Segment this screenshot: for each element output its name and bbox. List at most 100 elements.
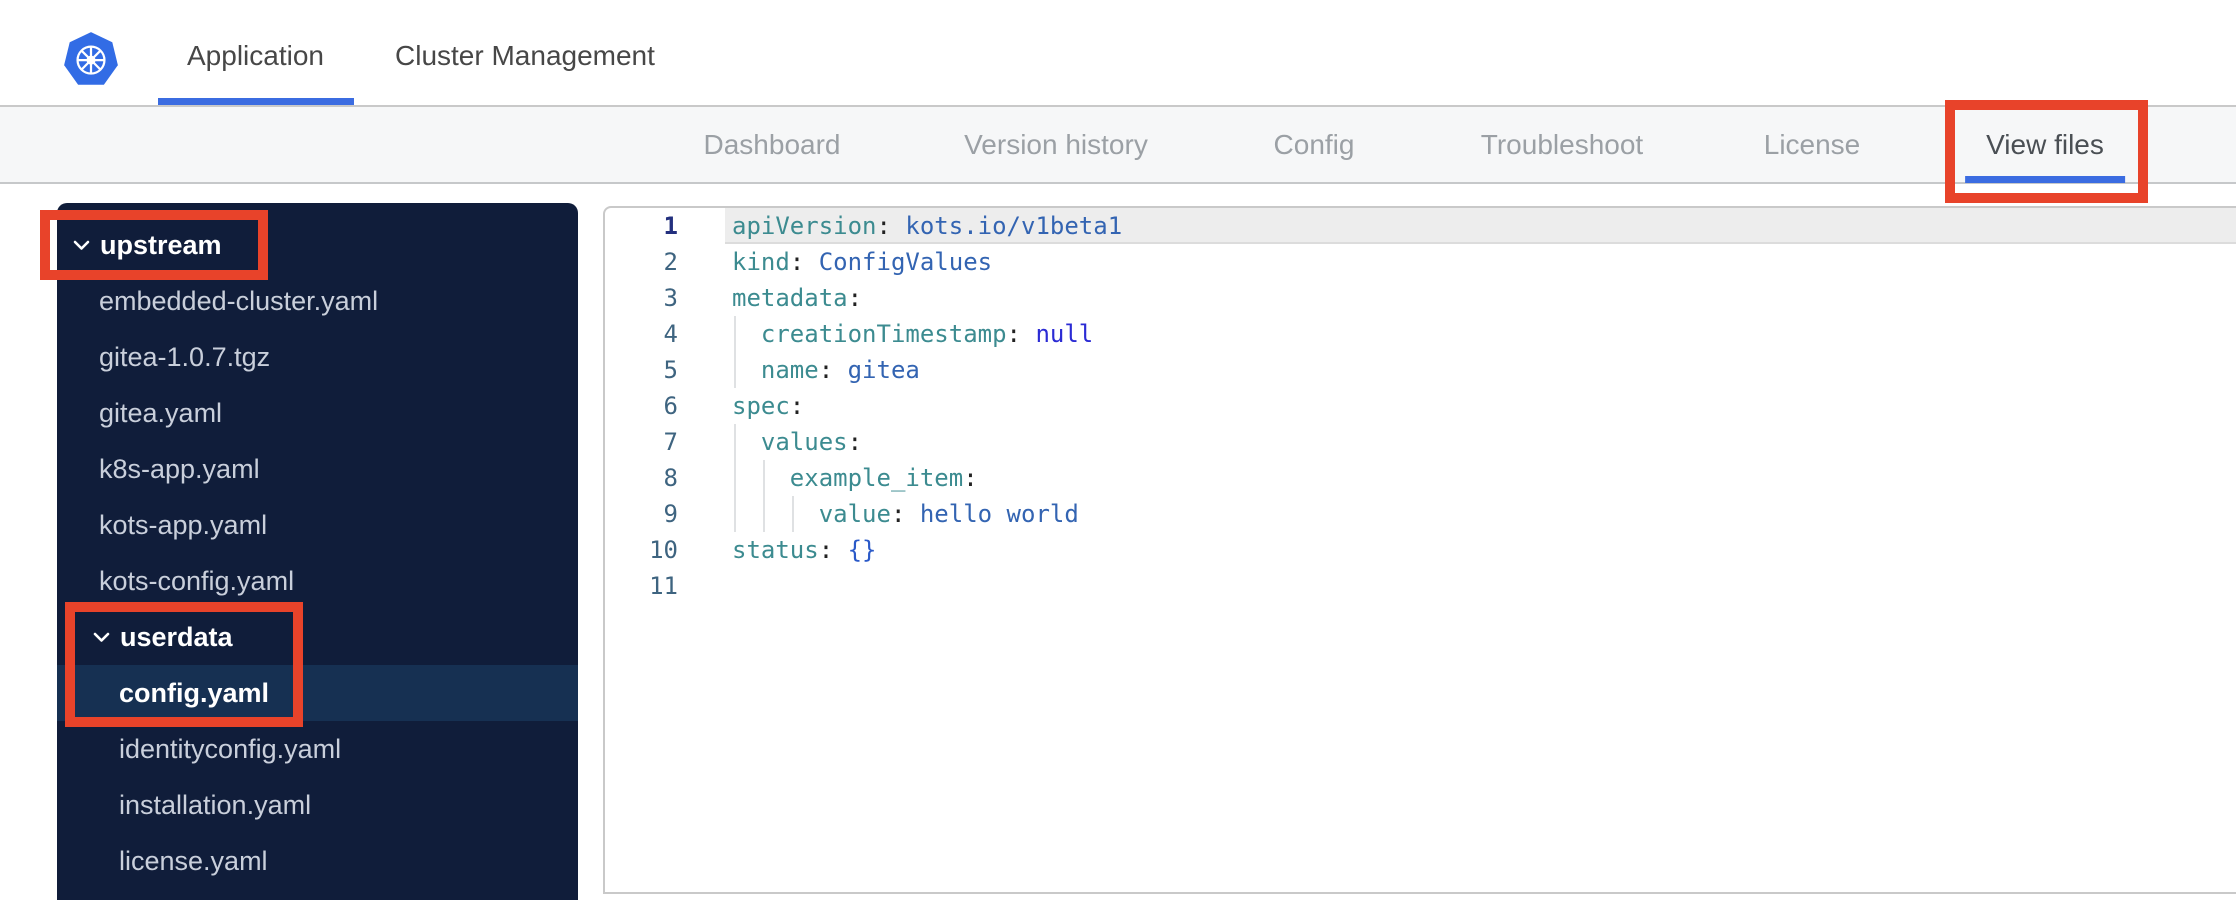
code-token-key: metadata xyxy=(732,284,848,312)
code-line[interactable]: 10 status: {} xyxy=(605,532,2236,568)
nav-tab-version-history[interactable]: Version history xyxy=(964,107,1148,182)
kots-admin-console: Application Cluster Management Dashboard V… xyxy=(0,0,2236,900)
code-token-key: creationTimestamp xyxy=(760,320,1007,348)
code-token-key: spec xyxy=(732,392,790,420)
code-line[interactable]: 1 apiVersion: kots.io/v1beta1 xyxy=(605,208,2236,244)
code-token-colon: : xyxy=(818,356,834,384)
code-line-content: apiVersion: kots.io/v1beta1 xyxy=(725,208,2236,244)
code-line-content: value: hello world xyxy=(725,496,2236,532)
line-number: 3 xyxy=(663,284,678,312)
tree-folder-userdata[interactable]: userdata xyxy=(57,609,578,665)
code-line-content: creationTimestamp: null xyxy=(725,316,2236,352)
kubernetes-logo-icon[interactable] xyxy=(63,31,119,87)
tree-file-gitea-1-0-7-tgz[interactable]: gitea-1.0.7.tgz xyxy=(57,329,578,385)
code-line[interactable]: 6 spec: xyxy=(605,388,2236,424)
line-number: 2 xyxy=(663,248,678,276)
nav-tab-license[interactable]: License xyxy=(1764,107,1861,182)
file-label: identityconfig.yaml xyxy=(119,733,342,764)
code-line[interactable]: 2 kind: ConfigValues xyxy=(605,244,2236,280)
line-number: 11 xyxy=(649,572,678,600)
tab-cluster-management[interactable]: Cluster Management xyxy=(395,40,655,72)
indent-guide xyxy=(734,352,736,388)
indent-guide xyxy=(734,316,736,352)
line-number: 8 xyxy=(663,464,678,492)
line-number: 9 xyxy=(663,500,678,528)
code-token-val: gitea xyxy=(847,356,920,384)
file-label: config.yaml xyxy=(119,677,270,708)
code-token-colon: : xyxy=(847,428,863,456)
code-token-colon: : xyxy=(890,500,906,528)
tree-file-kots-config-yaml[interactable]: kots-config.yaml xyxy=(57,553,578,609)
nav-tab-dashboard[interactable]: Dashboard xyxy=(704,107,841,182)
code-line-content: name: gitea xyxy=(725,352,2236,388)
code-token-colon: : xyxy=(876,212,891,240)
indent-guide xyxy=(791,496,794,532)
code-token-val: hello world xyxy=(919,500,1079,528)
tree-file-config-yaml[interactable]: config.yaml xyxy=(57,665,578,721)
code-line[interactable]: 3 metadata: xyxy=(605,280,2236,316)
tree-file-identityconfig-yaml[interactable]: identityconfig.yaml xyxy=(57,721,578,777)
chevron-down-icon[interactable] xyxy=(93,632,110,643)
tree-file-embedded-cluster-yaml[interactable]: embedded-cluster.yaml xyxy=(57,273,578,329)
code-line[interactable]: 9 value: hello world xyxy=(605,496,2236,532)
code-line-content: example_item: xyxy=(725,460,2236,496)
nav-tab-troubleshoot[interactable]: Troubleshoot xyxy=(1481,107,1643,182)
code-line-content xyxy=(725,568,2236,604)
tree-folder-upstream[interactable]: upstream xyxy=(57,217,578,273)
code-token-colon: : xyxy=(789,392,805,420)
code-token-key: name xyxy=(760,356,819,384)
code-token-key: values xyxy=(760,428,848,456)
chevron-down-icon[interactable] xyxy=(73,240,90,251)
code-token-colon: : xyxy=(818,536,834,564)
file-label: kots-config.yaml xyxy=(99,565,295,596)
code-token-key: kind xyxy=(732,248,790,276)
code-line[interactable]: 8 example_item: xyxy=(605,460,2236,496)
line-number: 7 xyxy=(663,428,678,456)
code-line-content: kind: ConfigValues xyxy=(725,244,2236,280)
indent-guide xyxy=(734,496,736,532)
code-token-val: kots.io/v1beta1 xyxy=(905,212,1123,240)
tree-file-installation-yaml[interactable]: installation.yaml xyxy=(57,777,578,833)
tree-file-k8s-app-yaml[interactable]: k8s-app.yaml xyxy=(57,441,578,497)
code-line[interactable]: 5 name: gitea xyxy=(605,352,2236,388)
tree-file-license-yaml[interactable]: license.yaml xyxy=(57,833,578,889)
code-editor[interactable]: 1 apiVersion: kots.io/v1beta1 2 kind: Confi… xyxy=(603,206,2236,894)
code-token-colon: : xyxy=(963,464,978,492)
tree-file-kots-app-yaml[interactable]: kots-app.yaml xyxy=(57,497,578,553)
nav-tab-config[interactable]: Config xyxy=(1274,107,1355,182)
folder-label: userdata xyxy=(120,621,233,652)
folder-label: upstream xyxy=(100,229,222,260)
app-header: Application Cluster Management xyxy=(0,0,2236,107)
code-line[interactable]: 11 xyxy=(605,568,2236,604)
nav-tab-view-files[interactable]: View files xyxy=(1986,107,2104,182)
file-label: license.yaml xyxy=(119,845,268,876)
file-label: k8s-app.yaml xyxy=(99,453,260,484)
code-line[interactable]: 4 creationTimestamp: null xyxy=(605,316,2236,352)
line-number: 1 xyxy=(663,212,678,240)
code-line-content: status: {} xyxy=(725,532,2236,568)
file-label: embedded-cluster.yaml xyxy=(99,285,379,316)
code-token-colon: : xyxy=(789,248,805,276)
file-label: kots-app.yaml xyxy=(99,509,268,540)
file-label: gitea.yaml xyxy=(99,397,223,428)
tree-file-gitea-yaml[interactable]: gitea.yaml xyxy=(57,385,578,441)
indent-guide xyxy=(734,424,736,460)
code-token-val: ConfigValues xyxy=(818,248,993,276)
line-number: 5 xyxy=(663,356,678,384)
tab-application[interactable]: Application xyxy=(158,40,354,105)
file-tree-sidebar: upstream embedded-cluster.yaml gitea-1.0.7… xyxy=(57,203,578,900)
app-subnav: Dashboard Version history Config Troublesho… xyxy=(0,107,2236,184)
code-line[interactable]: 7 values: xyxy=(605,424,2236,460)
code-token-key: apiVersion xyxy=(732,212,877,240)
code-token-key: value xyxy=(818,500,891,528)
